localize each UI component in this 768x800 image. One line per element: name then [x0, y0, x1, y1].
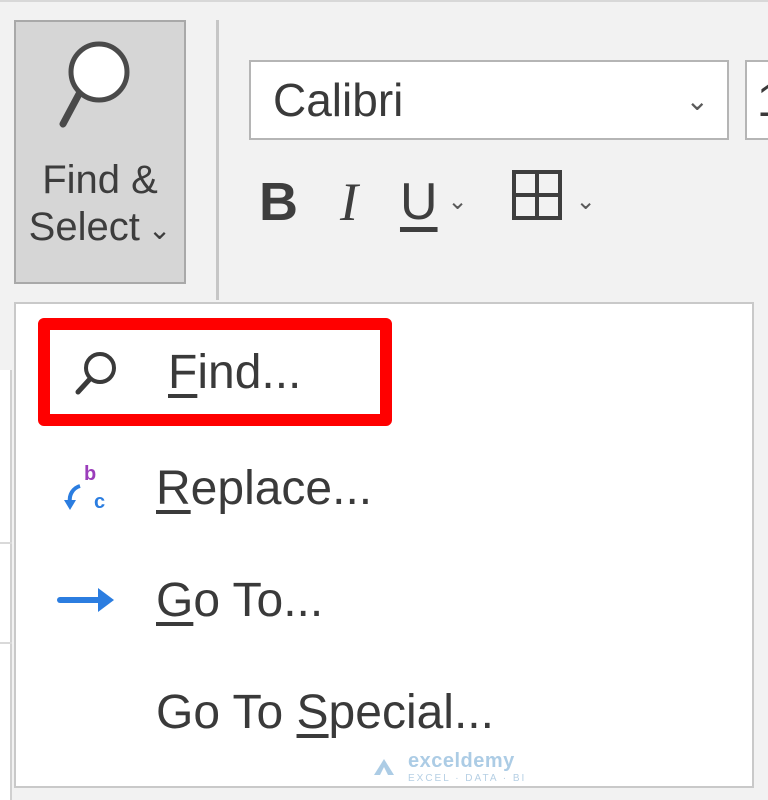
find-select-label-line2: Select⌄ [29, 204, 172, 251]
gridline [0, 642, 12, 644]
replace-icon: b c [54, 462, 118, 514]
menu-item-find[interactable]: Find... [38, 318, 392, 426]
arrow-right-icon [54, 580, 118, 620]
menu-item-label: Go To Special... [156, 685, 494, 740]
menu-item-label: Replace... [156, 461, 372, 516]
svg-text:c: c [94, 491, 105, 513]
borders-button[interactable]: ⌄ [510, 168, 596, 235]
font-group: Calibri ⌄ B I U ⌄ ⌄ [249, 20, 768, 235]
chevron-down-icon: ⌄ [148, 214, 171, 245]
magnifier-icon [55, 36, 145, 143]
find-icon [66, 346, 130, 398]
menu-item-label: Find... [168, 345, 301, 400]
font-size-dropdown[interactable]: 1 [745, 60, 768, 140]
font-size-value: 1 [757, 73, 768, 127]
watermark-text: exceldemy [408, 750, 515, 772]
menu-item-replace[interactable]: b c Replace... [16, 432, 752, 544]
italic-button[interactable]: I [340, 171, 358, 233]
gridline [0, 542, 12, 544]
worksheet-edge [0, 370, 12, 800]
format-row: B I U ⌄ ⌄ [249, 168, 768, 235]
chevron-down-icon: ⌄ [686, 84, 709, 117]
find-select-label-line1: Find & [42, 157, 158, 204]
ribbon: Find & Select⌄ Calibri ⌄ B I U ⌄ [0, 2, 768, 300]
svg-text:b: b [84, 463, 96, 485]
menu-item-label: Go To... [156, 573, 323, 628]
find-select-dropdown-menu: Find... b c Replace... Go To... Go To Sp… [14, 302, 754, 788]
chevron-down-icon: ⌄ [576, 187, 596, 216]
menu-item-goto[interactable]: Go To... [16, 544, 752, 656]
borders-icon [510, 168, 564, 235]
watermark-logo-icon [370, 753, 398, 781]
find-and-select-button[interactable]: Find & Select⌄ [14, 20, 186, 284]
font-name-value: Calibri [273, 73, 403, 127]
watermark: exceldemy EXCEL · DATA · BI [370, 750, 526, 784]
ribbon-group-divider [216, 20, 219, 300]
font-name-dropdown[interactable]: Calibri ⌄ [249, 60, 729, 140]
watermark-subtext: EXCEL · DATA · BI [408, 773, 526, 784]
underline-button[interactable]: U ⌄ [400, 172, 468, 232]
chevron-down-icon: ⌄ [448, 187, 468, 216]
bold-button[interactable]: B [259, 171, 298, 233]
